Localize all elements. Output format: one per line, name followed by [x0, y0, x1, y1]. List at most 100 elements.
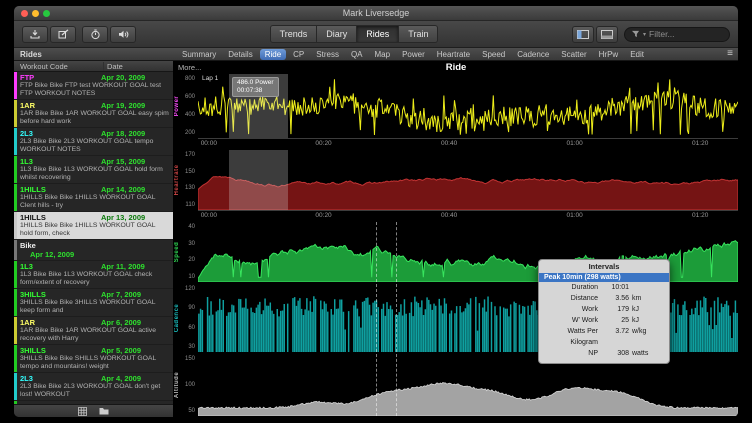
workout-code: FTP: [20, 73, 101, 82]
interval-stat-row: Duration10:01: [539, 282, 669, 293]
ride-list-item[interactable]: 1L3Apr 15, 20091L3 Bike Bike 1L3 WORKOUT…: [14, 156, 173, 184]
ride-list-item[interactable]: 1HILLSApr 14, 20091HILLS Bike Bike 1HILL…: [14, 184, 173, 212]
interval-stat-row: Work179kJ: [539, 304, 669, 315]
interval-marker-line: [396, 222, 397, 282]
plot-power[interactable]: Lap 1486.0 Power00:07:38: [198, 74, 738, 138]
folder-icon[interactable]: [99, 407, 109, 415]
ride-list-item[interactable]: 1ARApr 6, 20091AR Bike Bike 1AR WORKOUT …: [14, 317, 173, 345]
ride-list-item[interactable]: 1HILLSApr 13, 20091HILLS Bike Bike 1HILL…: [14, 212, 173, 240]
x-tick-label: 01:20: [692, 212, 708, 219]
ride-list-item[interactable]: 1ARApr 19, 20091AR Bike Bike 1AR WORKOUT…: [14, 100, 173, 128]
tab-summary[interactable]: Summary: [177, 49, 221, 60]
compose-button[interactable]: [50, 26, 76, 43]
ride-detail: FTP Bike Bike FTP test WORKOUT GOAL test…: [20, 82, 169, 98]
y-tick-label: 10: [188, 274, 195, 280]
sidebar-panel-icon: [577, 30, 589, 39]
tab-power[interactable]: Power: [397, 49, 430, 60]
ride-list-item[interactable]: 2L3Apr 4, 20092L3 Bike Bike 2L3 WORKOUT …: [14, 373, 173, 401]
interval-marker-line: [396, 284, 397, 352]
y-tick-label: 600: [185, 94, 195, 100]
y-tick-label: 170: [185, 152, 195, 158]
interval-marker-line: [376, 222, 377, 282]
y-tick-label: 50: [188, 408, 195, 414]
download-button[interactable]: [22, 26, 48, 43]
tab-speed[interactable]: Speed: [477, 49, 510, 60]
interval-marker-line: [376, 354, 377, 416]
y-tick-label: 800: [185, 76, 195, 82]
header-row: Rides SummaryDetailsRideCPStressQAMapPow…: [14, 48, 738, 61]
x-tick-label: 00:00: [201, 140, 217, 147]
view-trends[interactable]: Trends: [270, 25, 318, 43]
toggle-lowbar-button[interactable]: [596, 26, 618, 43]
toggle-sidebar-button[interactable]: [572, 26, 594, 43]
tab-cadence[interactable]: Cadence: [512, 49, 554, 60]
ride-detail: 1AR Bike Bike 1AR WORKOUT GOAL active re…: [20, 327, 169, 343]
column-workout-code[interactable]: Workout Code: [14, 62, 103, 71]
ride-list-item[interactable]: 1L3Apr 11, 20091L3 Bike Bike 1L3 WORKOUT…: [14, 261, 173, 289]
ride-date: Apr 6, 2009: [101, 318, 169, 327]
ride-date: Apr 15, 2009: [101, 157, 169, 166]
tab-heartrate[interactable]: Heartrate: [432, 49, 475, 60]
plot-heartrate[interactable]: [198, 150, 738, 210]
ride-list-item[interactable]: 2L3Apr 18, 20092L3 Bike Bike 2L3 WORKOUT…: [14, 128, 173, 156]
workout-code: 1HILLS: [20, 185, 101, 194]
y-axis-speed: Speed40302010: [174, 222, 198, 282]
filter-input[interactable]: ▾ Filter...: [624, 27, 730, 42]
ride-list-item[interactable]: BikeApr 12, 2009: [14, 240, 173, 261]
tab-scatter[interactable]: Scatter: [556, 49, 591, 60]
tab-stress[interactable]: Stress: [311, 49, 344, 60]
tab-cp[interactable]: CP: [288, 49, 309, 60]
more-link[interactable]: More...: [174, 63, 201, 72]
minimize-button[interactable]: [32, 10, 39, 17]
x-tick-label: 00:20: [315, 212, 331, 219]
stat-value: 179: [601, 304, 629, 315]
stat-value: 308: [601, 348, 629, 359]
tab-hrpw[interactable]: HrPw: [594, 49, 624, 60]
ride-list-item[interactable]: 3HILLSApr 5, 20093HILLS Bike Bike SHILLS…: [14, 345, 173, 373]
intervals-tool-button[interactable]: [82, 26, 108, 43]
close-button[interactable]: [21, 10, 28, 17]
stat-unit: km: [632, 293, 664, 304]
view-train[interactable]: Train: [399, 25, 438, 43]
grid-view-icon[interactable]: [78, 407, 87, 416]
lap-label: Lap 1: [202, 75, 218, 82]
toolbar: TrendsDiaryRidesTrain ▾ Filter...: [14, 21, 738, 48]
stat-label: W' Work: [544, 315, 598, 326]
tab-qa[interactable]: QA: [346, 49, 368, 60]
tool-actions-group: [82, 26, 136, 43]
view-diary[interactable]: Diary: [317, 25, 357, 43]
tab-ride[interactable]: Ride: [260, 49, 286, 60]
stat-value: 3.56: [601, 293, 629, 304]
y-tick-label: 30: [188, 344, 195, 350]
stat-label: NP: [544, 348, 598, 359]
chart-panel-power[interactable]: Power800600400200Lap 1486.0 Power00:07:3…: [174, 74, 738, 138]
stat-unit: kJ: [632, 304, 664, 315]
menu-icon[interactable]: ≡: [722, 48, 738, 60]
zoom-button[interactable]: [43, 10, 50, 17]
intervals-popup: Intervals Peak 10min (298 watts) Duratio…: [538, 259, 670, 364]
tab-map[interactable]: Map: [370, 49, 396, 60]
audio-button[interactable]: [110, 26, 136, 43]
traffic-lights: [21, 10, 50, 17]
tab-details[interactable]: Details: [223, 49, 257, 60]
bottom-panel-icon: [601, 30, 613, 39]
titlebar: Mark Liversedge: [14, 6, 738, 21]
interval-marker-line: [396, 354, 397, 416]
y-tick-label: 60: [188, 325, 195, 331]
chart-panel-heartrate[interactable]: Heartrate170150130110: [174, 150, 738, 210]
interval-stat-row: Distance3.56km: [539, 293, 669, 304]
ride-detail: 3HILLS Bike Bike SHILLS WORKOUT GOAL tem…: [20, 355, 169, 371]
ride-list-columns: Workout Code Date: [14, 61, 173, 72]
ride-list-item[interactable]: FTPApr 20, 2009FTP Bike Bike FTP test WO…: [14, 72, 173, 100]
tab-edit[interactable]: Edit: [625, 49, 649, 60]
window-title: Mark Liversedge: [14, 8, 738, 18]
ride-list-item[interactable]: 3HILLSApr 7, 20093HILLS Bike Bike 3HILLS…: [14, 289, 173, 317]
ride-date: Apr 19, 2009: [101, 101, 169, 110]
workout-code: 1AR: [20, 318, 101, 327]
axis-title-altitude: Altitude: [174, 372, 180, 398]
x-tick-label: 01:20: [692, 140, 708, 147]
selected-interval[interactable]: Peak 10min (298 watts): [539, 273, 669, 282]
ride-detail: 2L3 Bike Bike 2L3 WORKOUT GOAL tempo WOR…: [20, 138, 169, 154]
column-date[interactable]: Date: [103, 62, 173, 71]
view-rides[interactable]: Rides: [357, 25, 399, 43]
